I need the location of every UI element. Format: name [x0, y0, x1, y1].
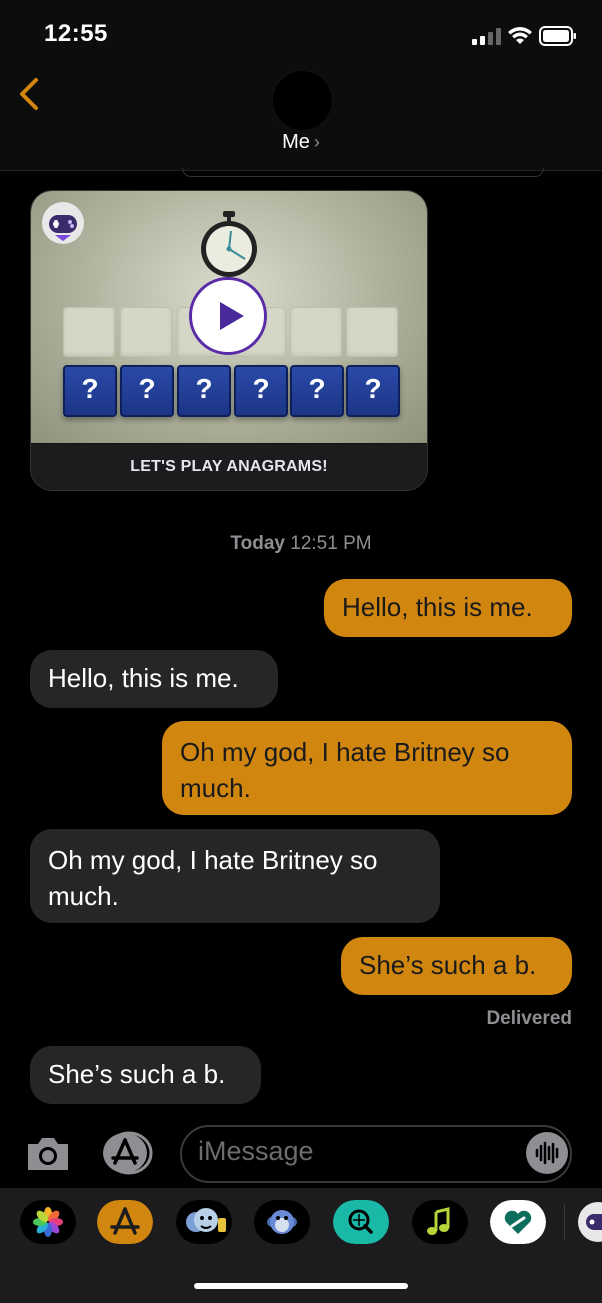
digital-touch-icon[interactable]	[490, 1200, 546, 1244]
empty-letter-tile	[63, 307, 115, 357]
outgoing-message-bubble[interactable]: She’s such a b.	[341, 937, 572, 995]
stopwatch-icon	[201, 211, 257, 277]
empty-letter-tile	[290, 307, 342, 357]
delivery-status: Delivered	[486, 1008, 572, 1029]
outgoing-message-bubble[interactable]: Oh my god, I hate Britney so much.	[162, 721, 572, 815]
mystery-letter-tile: ?	[177, 365, 231, 417]
memoji-icon[interactable]	[176, 1200, 232, 1244]
app-store-icon[interactable]	[97, 1200, 153, 1244]
play-icon	[220, 302, 244, 330]
contact-name: Me	[282, 131, 310, 153]
chevron-right-icon: ›	[313, 132, 320, 152]
game-message-card[interactable]: ? ? ? ? ? ? LET'S PLAY ANAGRAMS!	[30, 190, 428, 491]
mystery-letter-tile: ?	[63, 365, 117, 417]
incoming-message-bubble[interactable]: She’s such a b.	[30, 1046, 261, 1104]
mystery-letter-tile: ?	[234, 365, 288, 417]
game-pigeon-app-icon	[42, 202, 84, 244]
wifi-icon	[508, 27, 532, 44]
incoming-message-bubble[interactable]: Oh my god, I hate Britney so much.	[30, 829, 440, 923]
game-preview-image: ? ? ? ? ? ?	[31, 191, 427, 443]
waveform-icon	[535, 1141, 559, 1165]
mystery-letter-tile: ?	[346, 365, 400, 417]
empty-letter-tile	[120, 307, 172, 357]
empty-letter-tile	[346, 307, 398, 357]
back-chevron-icon[interactable]	[14, 74, 44, 114]
app-store-button-icon[interactable]	[101, 1131, 153, 1175]
battery-icon	[539, 26, 576, 46]
contact-name-button[interactable]: Me ›	[0, 131, 602, 154]
image-search-icon[interactable]	[333, 1200, 389, 1244]
mystery-letter-tile: ?	[120, 365, 174, 417]
incoming-message-bubble[interactable]: Hello, this is me.	[30, 650, 278, 708]
conversation-timestamp: Today 12:51 PM	[0, 533, 602, 555]
music-icon[interactable]	[412, 1200, 468, 1244]
photos-icon[interactable]	[20, 1200, 76, 1244]
drawer-divider	[564, 1204, 565, 1240]
contact-avatar[interactable]	[272, 70, 333, 131]
game-caption: LET'S PLAY ANAGRAMS!	[31, 444, 427, 490]
timestamp-time: 12:51 PM	[290, 533, 372, 554]
mystery-letter-tile: ?	[290, 365, 344, 417]
play-button[interactable]	[189, 277, 267, 355]
message-input-placeholder: iMessage	[198, 1136, 314, 1166]
previous-message-edge	[182, 168, 544, 177]
outgoing-message-bubble[interactable]: Hello, this is me.	[324, 579, 572, 637]
home-indicator[interactable]	[194, 1283, 408, 1289]
timestamp-day: Today	[230, 533, 285, 554]
status-time: 12:55	[44, 20, 108, 47]
audio-message-button[interactable]	[526, 1132, 568, 1174]
camera-icon[interactable]	[24, 1134, 72, 1174]
cellular-signal-icon	[472, 28, 501, 45]
animoji-icon[interactable]	[254, 1200, 310, 1244]
